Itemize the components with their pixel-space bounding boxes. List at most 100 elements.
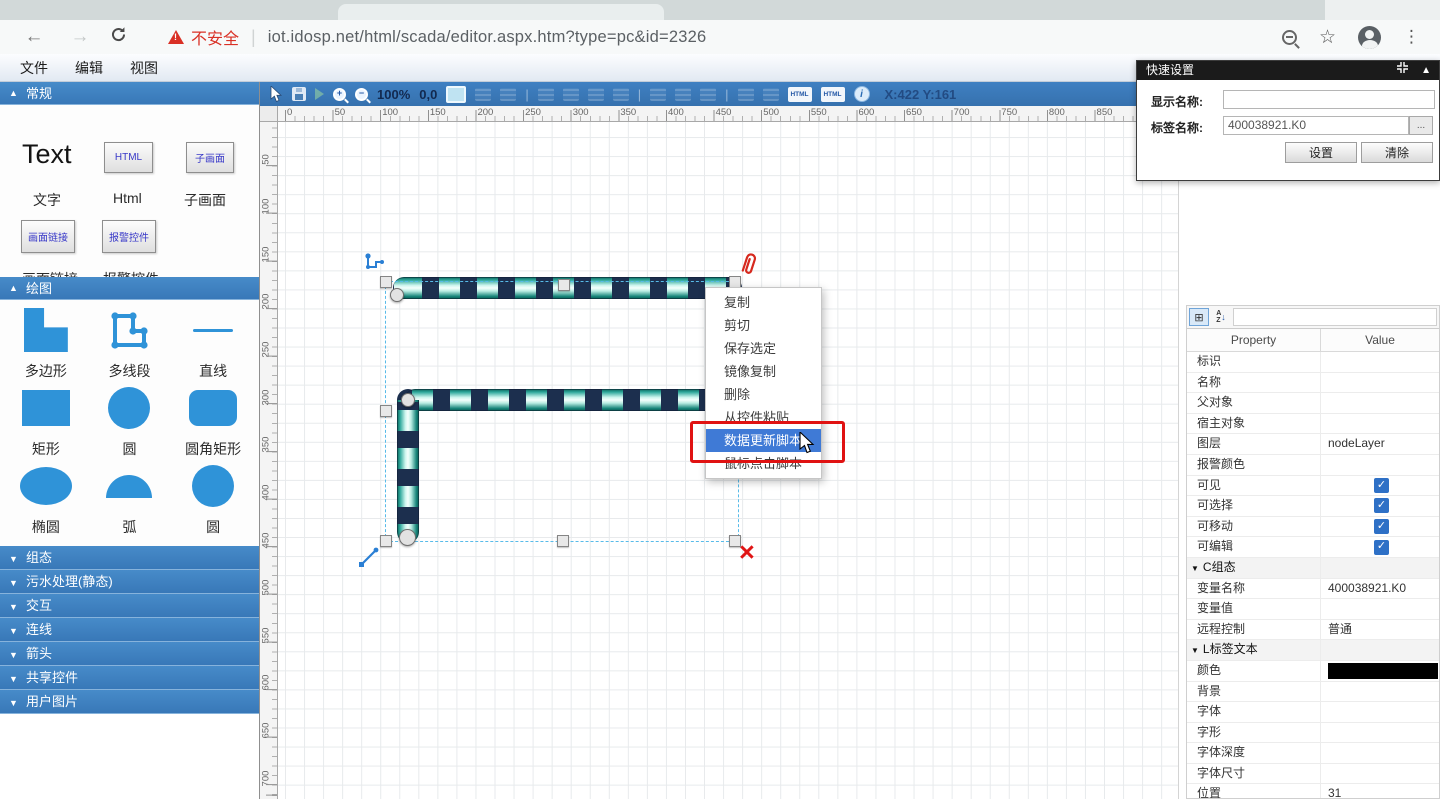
color-swatch[interactable] (1328, 663, 1438, 679)
property-value[interactable] (1321, 393, 1439, 413)
section-header-collapsed-1[interactable]: ▼污水处理(静态) (0, 570, 259, 594)
az-sort-icon[interactable]: AZ↓ (1211, 308, 1231, 326)
property-value[interactable] (1321, 682, 1439, 702)
tool-subscreen[interactable]: 子画面 (186, 142, 234, 173)
value-column-header[interactable]: Value (1321, 329, 1439, 351)
property-value[interactable] (1321, 352, 1439, 372)
bookmark-star-icon[interactable]: ☆ (1319, 26, 1336, 49)
property-row-7[interactable]: 可选择✓ (1187, 496, 1439, 517)
tool-html[interactable]: HTML (104, 142, 153, 173)
section-header-draw[interactable]: ▲ 绘图 (0, 277, 259, 300)
section-header-collapsed-2[interactable]: ▼交互 (0, 594, 259, 618)
align-bottom-icon[interactable] (675, 88, 691, 101)
tool-polygon[interactable]: 多边形 (4, 306, 88, 384)
selection-handle-ml[interactable] (380, 405, 392, 417)
pipe-endpoint-handle[interactable] (390, 288, 404, 302)
clear-button[interactable]: 清除 (1361, 142, 1433, 163)
section-header-collapsed-4[interactable]: ▼箭头 (0, 642, 259, 666)
screen-size-icon[interactable] (446, 86, 466, 103)
align-right-icon[interactable] (588, 88, 604, 101)
checkbox-checked[interactable]: ✓ (1374, 540, 1389, 555)
property-row-10[interactable]: ▼C组态 (1187, 558, 1439, 579)
property-row-9[interactable]: 可编辑✓ (1187, 537, 1439, 558)
tool-circle[interactable]: 圆 (171, 462, 255, 540)
same-size-icon[interactable] (763, 88, 779, 101)
collapse-up-icon[interactable]: ▲ (1421, 61, 1431, 80)
tag-name-input[interactable]: 400038921.K0 (1223, 116, 1409, 135)
context-menu-item-1[interactable]: 剪切 (706, 314, 821, 337)
section-header-collapsed-6[interactable]: ▼用户图片 (0, 690, 259, 714)
align-top-icon[interactable] (613, 88, 629, 101)
context-menu-item-4[interactable]: 删除 (706, 383, 821, 406)
tool-line[interactable]: 直线 (171, 306, 255, 384)
tool-rect[interactable]: 矩形 (4, 384, 88, 462)
property-column-header[interactable]: Property (1187, 329, 1321, 351)
align-center-icon[interactable] (563, 88, 579, 101)
property-value[interactable] (1321, 640, 1439, 660)
browser-menu-icon[interactable]: ⋮ (1403, 27, 1420, 47)
property-row-3[interactable]: 宿主对象 (1187, 414, 1439, 435)
property-row-17[interactable]: 字体 (1187, 702, 1439, 723)
context-menu-item-2[interactable]: 保存选定 (706, 337, 821, 360)
pipe-end-handle[interactable] (399, 529, 416, 546)
property-value[interactable] (1321, 373, 1439, 393)
property-row-20[interactable]: 字体尺寸 (1187, 764, 1439, 785)
selection-handle-tm[interactable] (558, 279, 570, 291)
property-filter-box[interactable] (1233, 308, 1437, 326)
back-icon[interactable]: ← (22, 26, 46, 48)
browser-active-tab[interactable] (338, 4, 664, 20)
property-value[interactable]: ✓ (1321, 517, 1439, 537)
paste-style-icon[interactable] (500, 88, 516, 101)
property-value[interactable] (1321, 414, 1439, 434)
tool-polyline[interactable]: 多线段 (88, 306, 172, 384)
profile-avatar[interactable] (1358, 26, 1381, 49)
selection-handle-bm[interactable] (557, 535, 569, 547)
select-tool-icon[interactable] (270, 86, 283, 103)
security-warning-icon[interactable] (168, 30, 184, 44)
categorize-icon[interactable]: ⊞ (1189, 308, 1209, 326)
delete-marker-icon[interactable]: × (739, 539, 755, 566)
tool-rounded-rect[interactable]: 圆角矩形 (171, 384, 255, 462)
property-row-18[interactable]: 字形 (1187, 723, 1439, 744)
property-row-11[interactable]: 变量名称400038921.K0 (1187, 579, 1439, 600)
property-value[interactable]: 31 (1321, 784, 1439, 799)
property-value[interactable]: ✓ (1321, 496, 1439, 516)
tool-circle[interactable]: 圆 (88, 384, 172, 462)
property-value[interactable]: ✓ (1321, 476, 1439, 496)
browser-zoom-icon[interactable] (1282, 30, 1297, 45)
context-menu-item-0[interactable]: 复制 (706, 291, 821, 314)
property-value[interactable] (1321, 558, 1439, 578)
property-value[interactable] (1321, 764, 1439, 784)
property-row-12[interactable]: 变量值 (1187, 599, 1439, 620)
section-header-collapsed-0[interactable]: ▼组态 (0, 546, 259, 570)
property-value[interactable] (1321, 743, 1439, 763)
property-value[interactable]: 普通 (1321, 620, 1439, 640)
save-icon[interactable] (292, 87, 306, 101)
section-header-collapsed-5[interactable]: ▼共享控件 (0, 666, 259, 690)
property-row-13[interactable]: 远程控制普通 (1187, 620, 1439, 641)
property-value[interactable]: nodeLayer (1321, 434, 1439, 454)
checkbox-checked[interactable]: ✓ (1374, 478, 1389, 493)
property-row-15[interactable]: 颜色 (1187, 661, 1439, 682)
set-button[interactable]: 设置 (1285, 142, 1357, 163)
info-icon[interactable]: i (854, 86, 870, 102)
line-badge-icon[interactable] (357, 545, 381, 574)
zoom-in-icon[interactable]: + (333, 88, 346, 101)
section-header-general[interactable]: ▲ 常规 (0, 82, 259, 105)
display-name-input[interactable] (1223, 90, 1435, 109)
copy-style-icon[interactable] (475, 88, 491, 101)
checkbox-checked[interactable]: ✓ (1374, 498, 1389, 513)
align-middle-icon[interactable] (650, 88, 666, 101)
menu-item-1[interactable]: 编辑 (75, 58, 103, 78)
zoom-out-icon[interactable]: − (355, 88, 368, 101)
section-header-collapsed-3[interactable]: ▼连线 (0, 618, 259, 642)
run-icon[interactable] (315, 88, 324, 100)
property-row-14[interactable]: ▼L标签文本 (1187, 640, 1439, 661)
menu-item-2[interactable]: 视图 (130, 58, 158, 78)
property-row-16[interactable]: 背景 (1187, 682, 1439, 703)
html-export-icon[interactable]: HTML (788, 87, 812, 102)
tool-screen-link[interactable]: 画面链接 (21, 220, 75, 253)
align-left-icon[interactable] (538, 88, 554, 101)
property-value[interactable]: ✓ (1321, 537, 1439, 557)
property-value[interactable] (1321, 702, 1439, 722)
